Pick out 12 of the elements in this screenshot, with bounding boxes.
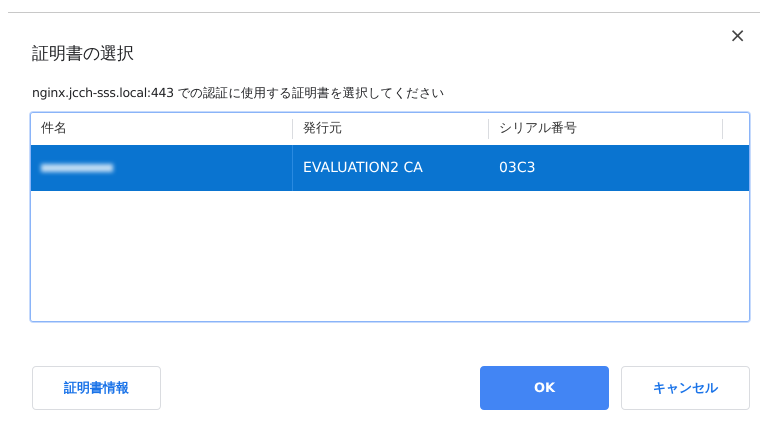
dialog-button[interactable]: キャンセル [621,366,750,410]
table-cell-text: EVALUATION2 CA [302,160,424,176]
dialog-title: 証明書の選択 [32,43,134,65]
ok-button[interactable]: OK [480,366,609,410]
certificate-row[interactable]: EVALUATION2 CA 03C3 [31,145,749,191]
dialog-button[interactable]: 証明書情報 [32,366,161,410]
dialog-message: nginx.jcch-sss.local:443 での認証に使用する証明書を選択してください [32,85,446,102]
table-cell-text: 03C3 [498,160,536,176]
column-header[interactable]: 発行元 [293,119,489,139]
column-header[interactable]: 件名 [31,119,293,139]
close-button[interactable]: × [725,25,750,45]
column-header[interactable]: シリアル番号 [489,119,723,139]
